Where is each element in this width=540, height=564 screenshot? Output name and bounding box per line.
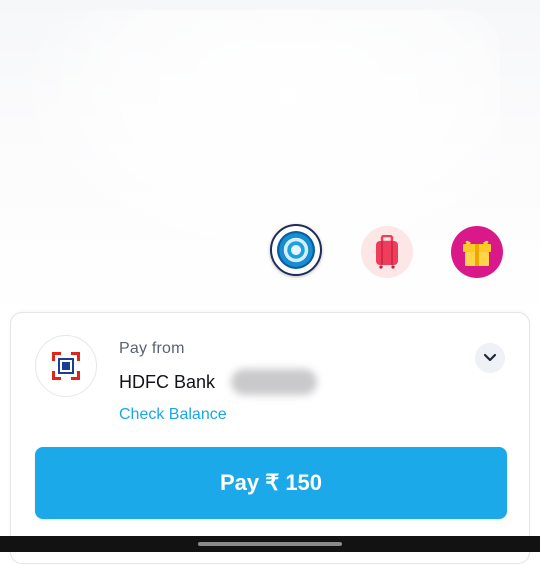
system-navigation-bar [0, 536, 540, 552]
luggage-icon[interactable] [361, 226, 413, 278]
pay-from-label: Pay from [119, 340, 185, 357]
pay-button[interactable]: Pay ₹ 150 [35, 447, 507, 519]
spin-wheel-icon[interactable] [270, 224, 322, 276]
check-balance-link[interactable]: Check Balance [119, 406, 227, 424]
gift-box-icon [463, 240, 491, 266]
spin-wheel-graphic [277, 231, 315, 269]
background-sheen [30, 10, 500, 260]
hdfc-bank-logo-icon [35, 335, 97, 397]
content-area [0, 0, 540, 320]
home-gesture-handle[interactable] [198, 542, 342, 546]
masked-account-number [231, 369, 317, 395]
chevron-down-icon [483, 353, 497, 362]
suitcase-icon [376, 235, 398, 269]
pay-card: Pay from HDFC Bank Check Balance Pay ₹ 1… [10, 312, 530, 564]
gift-icon[interactable] [451, 226, 503, 278]
bank-logo-graphic [52, 352, 80, 380]
bank-name: HDFC Bank [119, 372, 216, 392]
bank-selector-button[interactable] [475, 343, 505, 373]
